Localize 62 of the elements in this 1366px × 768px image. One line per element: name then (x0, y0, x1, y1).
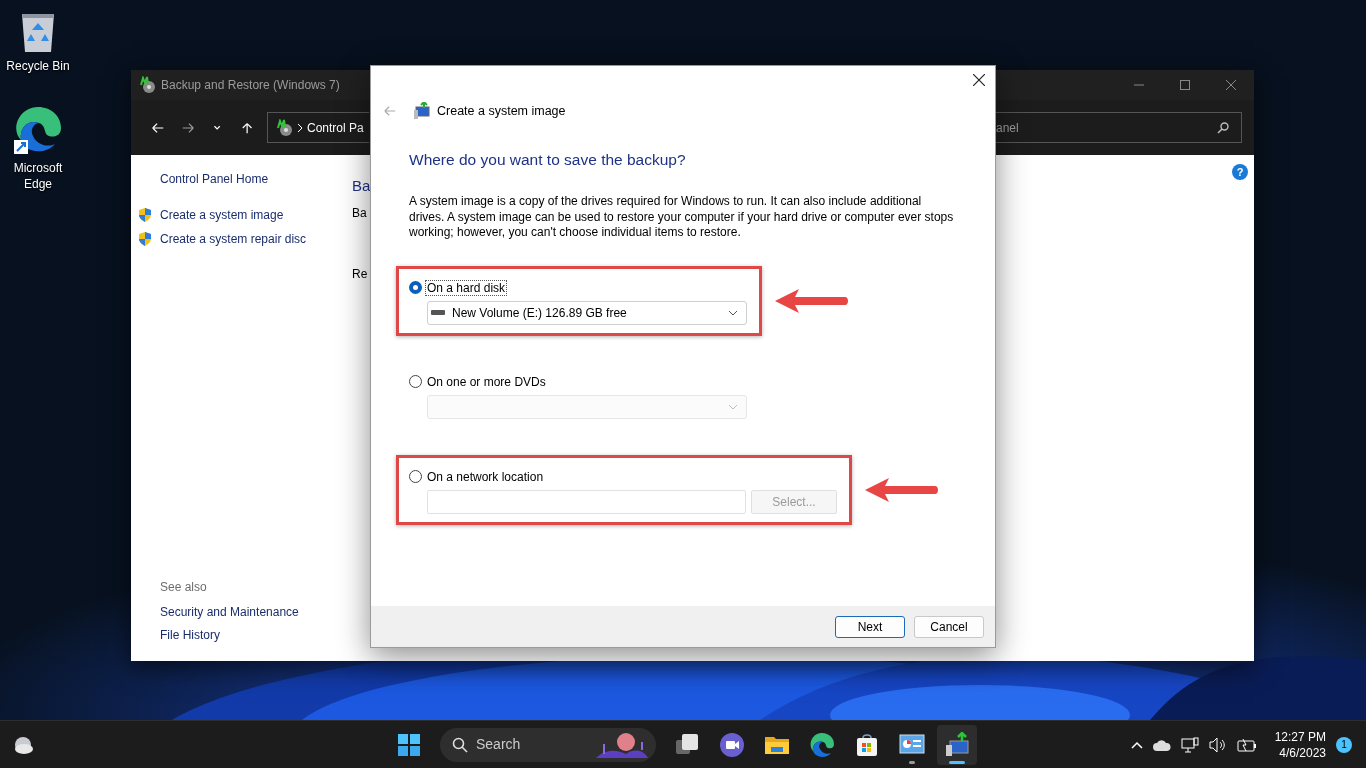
search-icon (1217, 121, 1229, 134)
chevron-down-icon (728, 403, 738, 410)
drive-icon (431, 309, 445, 316)
shopping-bag-icon (854, 731, 880, 758)
windows-logo-icon (398, 733, 420, 756)
arrow-icon (773, 286, 851, 315)
clock-time: 12:27 PM (1274, 728, 1326, 745)
sidebar-link[interactable]: Security and Maintenance (137, 604, 357, 620)
body-text: Ba (352, 206, 368, 221)
backup-app-icon (275, 118, 293, 137)
chevron-right-icon (297, 123, 303, 132)
radio-button[interactable] (409, 281, 422, 294)
body-text: Re (352, 267, 369, 282)
chevron-up-icon[interactable] (1130, 740, 1143, 749)
address-field[interactable]: Control Pa (267, 112, 369, 143)
sidebar-link[interactable]: File History (137, 627, 357, 643)
close-icon (1226, 80, 1236, 90)
notification-badge[interactable]: 1 (1336, 736, 1352, 753)
dialog-heading: Where do you want to save the backup? (409, 150, 687, 170)
weather-icon[interactable] (12, 734, 34, 755)
drive-dropdown[interactable]: New Volume (E:) 126.89 GB free (427, 300, 747, 325)
up-icon (241, 120, 255, 135)
help-button[interactable]: ? (1232, 164, 1248, 180)
browser-icon (809, 731, 835, 758)
dialog-title: Create a system image (437, 102, 566, 120)
search-field[interactable]: Search (440, 727, 656, 762)
arrow-icon (863, 475, 941, 504)
search-icon (452, 736, 468, 753)
page-heading: Ba (352, 176, 371, 196)
close-icon (973, 74, 985, 86)
search-field[interactable]: anel (996, 112, 1242, 143)
option-label[interactable]: On a hard disk (425, 279, 508, 296)
volume-icon[interactable] (1208, 736, 1227, 753)
cancel-button[interactable]: Cancel (914, 615, 984, 638)
icon-label: Microsoft Edge (12, 160, 64, 192)
shield-icon (137, 207, 153, 223)
back-icon (151, 120, 165, 135)
forward-icon (181, 120, 195, 135)
description-text: A system image is a copy of the drives required for Windows to run. It can also include additional drives. A system image can be used to restore your computer if your hard drive or computer ever stops working; however, you can't choose individual items to restore. (409, 194, 955, 241)
computer-arrow-icon (944, 731, 970, 758)
network-icon[interactable] (1180, 736, 1199, 753)
breadcrumb[interactable]: Control Pa (307, 118, 364, 137)
clock[interactable]: 12:27 PM 4/6/2023 (1274, 728, 1326, 761)
icon-label: Recycle Bin (6, 58, 70, 74)
video-camera-icon (719, 731, 745, 758)
search-text: anel (996, 119, 1019, 137)
search-placeholder: Search (476, 735, 521, 754)
sidebar-link[interactable]: Create a system repair disc (137, 231, 357, 247)
clock-date: 4/6/2023 (1279, 744, 1326, 761)
dropdown-value: New Volume (E:) 126.89 GB free (452, 304, 627, 322)
battery-plug-icon[interactable] (1236, 737, 1257, 752)
chevron-down-icon (728, 309, 738, 316)
shield-icon (137, 231, 153, 247)
taskbar-button[interactable] (937, 724, 977, 765)
browser-icon[interactable] (13, 104, 63, 156)
maximize-icon (1180, 80, 1190, 90)
computer-arrow-icon (413, 102, 431, 120)
backup-app-icon (138, 76, 156, 94)
next-button[interactable]: Next (835, 615, 905, 638)
window-title: Backup and Restore (Windows 7) (161, 77, 340, 94)
cloud-icon[interactable] (1152, 738, 1171, 751)
section-heading: See also (159, 579, 208, 595)
